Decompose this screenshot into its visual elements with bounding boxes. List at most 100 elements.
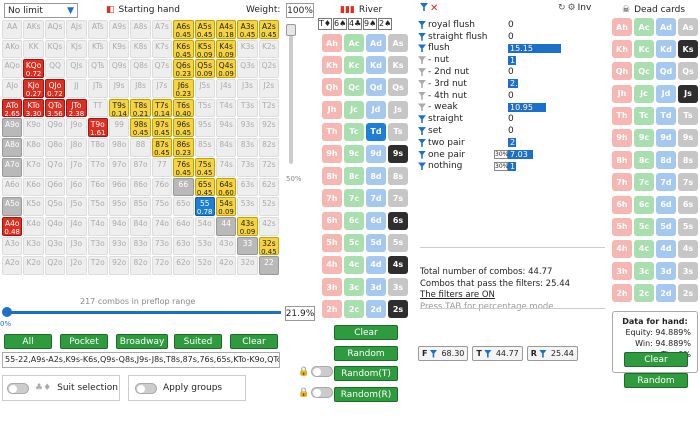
groups-toggle-switch[interactable] [135, 382, 157, 394]
dead-card-Td[interactable]: Td [656, 106, 676, 125]
board-card-7s[interactable]: 7s [388, 189, 408, 208]
filter-row[interactable]: two pair 2 [418, 137, 608, 149]
filter-row[interactable]: straight 0 [418, 113, 608, 125]
hand-cell-54o[interactable]: 54o [194, 216, 215, 236]
hand-cell-K6o[interactable]: K6o [23, 177, 44, 197]
hand-cell-A4o[interactable]: A4o 0.48 [2, 216, 23, 236]
filter-icon[interactable] [418, 162, 426, 171]
hand-cell-KQs[interactable]: KQs [44, 39, 66, 59]
hand-cell-76o[interactable]: 76o [151, 177, 173, 197]
dead-card-Ac[interactable]: Ac [634, 18, 654, 36]
hand-cell-J8s[interactable]: J8s [130, 79, 151, 98]
random-t-button[interactable]: Random(T) [334, 366, 398, 381]
hand-cell-K5s[interactable]: K5s 0.09 [194, 39, 215, 59]
hand-cell-72s[interactable]: 72s [258, 157, 280, 177]
hand-cell-KTo[interactable]: KTo 3.30 [23, 98, 44, 118]
hand-cell-84s[interactable]: 84s [215, 138, 237, 157]
board-card-3h[interactable]: 3h [322, 278, 342, 297]
board-card-Ah[interactable]: Ah [322, 34, 342, 52]
hand-cell-T5s[interactable]: T5s [194, 98, 215, 118]
hand-cell-A2o[interactable]: A2o [2, 256, 23, 275]
dead-card-Jh[interactable]: Jh [612, 84, 632, 103]
dead-card-4s[interactable]: 4s [678, 239, 698, 258]
hand-cell-62s[interactable]: 62s [258, 177, 280, 197]
hand-cell-55[interactable]: 55 0.78 [194, 197, 215, 216]
dead-card-Ad[interactable]: Ad [656, 18, 676, 36]
hand-cell-74s[interactable]: 74s [215, 157, 237, 177]
dead-card-3c[interactable]: 3c [634, 262, 654, 281]
range-grid[interactable]: AA AKs AQs AJs ATs A9s A8s A7s A6s 0.45 A5s 0.45 A4s… [2, 20, 280, 275]
board-card-6h[interactable]: 6h [322, 211, 342, 230]
hand-cell-83o[interactable]: 83o [130, 236, 151, 256]
hand-cell-A7s[interactable]: A7s [151, 20, 173, 39]
hand-cell-A7o[interactable]: A7o [2, 157, 23, 177]
hand-cell-A5s[interactable]: A5s 0.45 [194, 20, 215, 39]
dead-card-7h[interactable]: 7h [612, 173, 632, 192]
hand-cell-Q5o[interactable]: Q5o [44, 197, 66, 216]
board-card-8s[interactable]: 8s [388, 167, 408, 186]
random-r-button[interactable]: Random(R) [334, 387, 398, 402]
hand-cell-73o[interactable]: 73o [151, 236, 173, 256]
hand-cell-KTs[interactable]: KTs [87, 39, 108, 59]
hand-cell-75o[interactable]: 75o [151, 197, 173, 216]
hand-cell-74o[interactable]: 74o [151, 216, 173, 236]
hand-cell-87o[interactable]: 87o [130, 157, 151, 177]
hand-cell-64o[interactable]: 64o [173, 216, 194, 236]
dead-card-3h[interactable]: 3h [612, 262, 632, 281]
dead-card-grid[interactable]: Ah Ac Ad As Kh Kc Kd Ks Qh Qc Qd Qs Jh Jc Jd Js Th Tc Td Ts… [612, 18, 699, 305]
hand-cell-95s[interactable]: 95s [194, 118, 215, 138]
dead-card-9h[interactable]: 9h [612, 128, 632, 147]
board-card-4h[interactable]: 4h [322, 255, 342, 274]
hand-cell-98s[interactable]: 98s 0.45 [130, 118, 151, 138]
range-string-input[interactable]: 55-22,A9s-A2s,K9s-K6s,Q9s-Q8s,J9s-J8s,T8… [2, 352, 280, 368]
board-card-5s[interactable]: 5s [388, 233, 408, 252]
board-card-2h[interactable]: 2h [322, 300, 342, 319]
hand-cell-53s[interactable]: 53s [237, 197, 258, 216]
hand-cell-J6s[interactable]: J6s 0.23 [173, 79, 194, 98]
hand-cell-K2o[interactable]: K2o [23, 256, 44, 275]
dead-card-Js[interactable]: Js [678, 84, 698, 103]
suit-selection-toggle[interactable]: ♣♦ Suit selection [2, 375, 120, 401]
hand-cell-T3o[interactable]: T3o [87, 236, 108, 256]
dead-card-2s[interactable]: 2s [678, 284, 698, 303]
board-clear-button[interactable]: Clear [334, 325, 398, 340]
limit-select[interactable]: No limit ▼ [4, 3, 78, 18]
hand-cell-T7o[interactable]: T7o [87, 157, 108, 177]
hand-cell-Q4s[interactable]: Q4s 0.09 [215, 59, 237, 79]
hand-cell-86s[interactable]: 86s 0.23 [173, 138, 194, 157]
hand-cell-K7s[interactable]: K7s [151, 39, 173, 59]
hand-cell-63s[interactable]: 63s [237, 177, 258, 197]
hand-cell-88[interactable]: 88 [130, 138, 151, 157]
filter-chips[interactable]: F 68.30 T 44.77 R 25.44 [418, 346, 578, 361]
hand-cell-JTs[interactable]: JTs [87, 79, 108, 98]
board-card-9[interactable]: 9♠ [363, 18, 377, 30]
dead-card-5d[interactable]: 5d [656, 217, 676, 236]
dead-card-Tc[interactable]: Tc [634, 106, 654, 125]
board-card-8h[interactable]: 8h [322, 167, 342, 186]
lock-r[interactable]: 🔒 [298, 387, 334, 398]
filter-chip-T[interactable]: T 44.77 [472, 346, 523, 361]
hand-cell-K5o[interactable]: K5o [23, 197, 44, 216]
hand-cell-A8s[interactable]: A8s [130, 20, 151, 39]
board-card-9h[interactable]: 9h [322, 144, 342, 163]
hand-cell-QJo[interactable]: QJo 0.72 [44, 79, 66, 98]
hand-cell-42o[interactable]: 42o [215, 256, 237, 275]
board-card-5d[interactable]: 5d [366, 233, 386, 252]
board-card-2[interactable]: 2♠ [378, 18, 392, 30]
hand-cell-A3s[interactable]: A3s 0.45 [237, 20, 258, 39]
board-card-7c[interactable]: 7c [344, 189, 364, 208]
hand-cell-J8o[interactable]: J8o [66, 138, 87, 157]
hand-cell-ATs[interactable]: ATs [87, 20, 108, 39]
hand-cell-94o[interactable]: 94o [108, 216, 130, 236]
hand-cell-65s[interactable]: 65s 0.45 [194, 177, 215, 197]
hand-cell-QTo[interactable]: QTo 3.56 [44, 98, 66, 118]
filter-list[interactable]: royal flush 0 straight flush 0 flush 15.15- n… [418, 19, 608, 172]
dead-card-Jc[interactable]: Jc [634, 84, 654, 103]
board-card-Td[interactable]: Td [366, 122, 386, 141]
board-card-Th[interactable]: Th [322, 122, 342, 141]
board-card-Ts[interactable]: Ts [388, 122, 408, 141]
dead-card-4c[interactable]: 4c [634, 239, 654, 258]
filter-row[interactable]: flush 15.15 [418, 43, 608, 55]
hand-cell-22[interactable]: 22 [258, 256, 280, 275]
hand-cell-K2s[interactable]: K2s [258, 39, 280, 59]
